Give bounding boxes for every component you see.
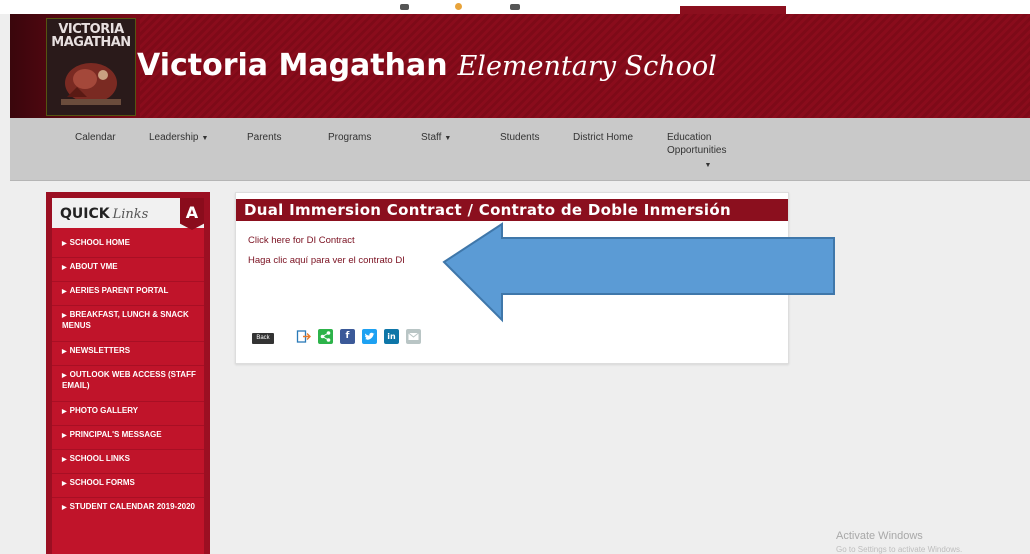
logo-text: VICTORIA MAGATHAN — [51, 22, 131, 50]
browser-top-strip — [0, 0, 1030, 14]
main-nav: Calendar Leadership ▼ Parents Programs St… — [10, 118, 1030, 181]
caret-right-icon: ▶ — [62, 505, 67, 511]
share-icon[interactable] — [318, 329, 333, 344]
sidebar-item-school-links[interactable]: ▶ SCHOOL LINKS — [52, 450, 204, 474]
sidebar-item-label: SCHOOL LINKS — [69, 454, 130, 463]
sidebar-item-label: AERIES PARENT PORTAL — [69, 286, 169, 295]
sidebar-item-label: PRINCIPAL'S MESSAGE — [69, 430, 162, 439]
twitter-icon[interactable] — [362, 329, 377, 344]
di-contract-link-en[interactable]: Click here for DI Contract — [248, 235, 355, 246]
chevron-down-icon: ▼ — [704, 162, 712, 169]
chevron-down-icon: ▼ — [444, 135, 452, 142]
toolbar-icon — [455, 3, 462, 10]
sidebar-item-label: STUDENT CALENDAR 2019-2020 — [69, 502, 195, 511]
caret-right-icon: ▶ — [62, 349, 67, 355]
nav-district-home-label: District Home — [573, 132, 634, 143]
mascot-icon — [61, 63, 121, 105]
linkedin-icon[interactable]: in — [384, 329, 399, 344]
sidebar-item-about-vme[interactable]: ▶ ABOUT VME — [52, 258, 204, 282]
toolbar-icon — [510, 4, 520, 10]
quick-links-sidebar: QUICK Links A ▶ SCHOOL HOME ▶ ABOUT VME ▶ AE… — [46, 192, 210, 554]
nav-parents-label: Parents — [247, 132, 282, 143]
nav-leadership-label: Leadership — [149, 132, 199, 143]
sidebar-item-label: BREAKFAST, LUNCH & SNACK MENUS — [62, 310, 189, 330]
sidebar-item-photo-gallery[interactable]: ▶ PHOTO GALLERY — [52, 402, 204, 426]
sidebar-item-newsletters[interactable]: ▶ NEWSLETTERS — [52, 342, 204, 366]
sidebar-item-principal[interactable]: ▶ PRINCIPAL'S MESSAGE — [52, 426, 204, 450]
caret-right-icon: ▶ — [62, 457, 67, 463]
sidebar-item-student-calendar[interactable]: ▶ STUDENT CALENDAR 2019-2020 — [52, 498, 204, 534]
facebook-icon[interactable]: f — [340, 329, 355, 344]
caret-right-icon: ▶ — [62, 289, 67, 295]
nav-staff[interactable]: Staff ▼ — [421, 131, 451, 145]
nav-programs[interactable]: Programs — [328, 131, 371, 144]
caret-right-icon: ▶ — [62, 265, 67, 271]
caret-right-icon: ▶ — [62, 373, 67, 379]
nav-students-label: Students — [500, 132, 540, 143]
sidebar-item-aeries-portal[interactable]: ▶ AERIES PARENT PORTAL — [52, 282, 204, 306]
sidebar-item-label: PHOTO GALLERY — [69, 406, 139, 415]
chevron-down-icon: ▼ — [201, 135, 209, 142]
sidebar-item-label: ABOUT VME — [69, 262, 118, 271]
nav-district-home[interactable]: District Home — [573, 131, 633, 144]
sidebar-item-menus[interactable]: ▶ BREAKFAST, LUNCH & SNACK MENUS — [52, 306, 204, 342]
school-logo[interactable]: VICTORIA MAGATHAN — [46, 18, 136, 116]
activate-windows-subtext: Go to Settings to activate Windows. — [836, 545, 963, 554]
di-contract-link-es[interactable]: Haga clic aquí para ver el contrato DI — [248, 255, 405, 266]
email-icon[interactable] — [406, 329, 421, 344]
nav-parents[interactable]: Parents — [247, 131, 281, 144]
nav-education-opportunities[interactable]: Education Opportunities ▼ — [667, 131, 747, 172]
sidebar-title-script: Links — [112, 207, 149, 222]
page-title: Dual Immersion Contract / Contrato de Do… — [236, 199, 788, 221]
left-arrow-annotation — [442, 222, 835, 323]
site-title-bold: Victoria Magathan — [137, 48, 448, 83]
caret-right-icon: ▶ — [62, 481, 67, 487]
caret-right-icon: ▶ — [62, 433, 67, 439]
back-button[interactable]: Back — [252, 333, 274, 344]
caret-right-icon: ▶ — [62, 241, 67, 247]
nav-calendar[interactable]: Calendar — [75, 131, 116, 144]
nav-calendar-label: Calendar — [75, 132, 116, 143]
site-banner: VICTORIA MAGATHAN Victoria Magathan Eleme… — [10, 14, 1030, 118]
sidebar-header: QUICK Links A — [52, 198, 204, 230]
sidebar-item-outlook[interactable]: ▶ OUTLOOK WEB ACCESS (STAFF EMAIL) — [52, 366, 204, 402]
caret-right-icon: ▶ — [62, 409, 67, 415]
nav-programs-label: Programs — [328, 132, 372, 143]
sidebar-item-label: NEWSLETTERS — [69, 346, 131, 355]
sidebar-badge: A — [180, 198, 204, 230]
site-title-script: Elementary School — [457, 51, 717, 82]
sidebar-title-bold: QUICK — [60, 206, 110, 222]
site-title[interactable]: Victoria Magathan Elementary School — [137, 48, 717, 83]
sidebar-item-school-forms[interactable]: ▶ SCHOOL FORMS — [52, 474, 204, 498]
sidebar-inner: QUICK Links A ▶ SCHOOL HOME ▶ ABOUT VME ▶ AE… — [52, 198, 204, 554]
sidebar-item-school-home[interactable]: ▶ SCHOOL HOME — [52, 234, 204, 258]
sidebar-item-label: SCHOOL FORMS — [69, 478, 135, 487]
nav-leadership[interactable]: Leadership ▼ — [149, 131, 208, 145]
nav-education-label: Education Opportunities — [667, 132, 727, 156]
sidebar-item-label: SCHOOL HOME — [69, 238, 130, 247]
sidebar-list: ▶ SCHOOL HOME ▶ ABOUT VME ▶ AERIES PARENT P… — [52, 234, 204, 534]
caret-right-icon: ▶ — [62, 313, 67, 319]
nav-students[interactable]: Students — [500, 131, 539, 144]
browser-red-tab — [680, 6, 786, 14]
activate-windows-watermark: Activate Windows — [836, 530, 923, 542]
sidebar-item-label: OUTLOOK WEB ACCESS (STAFF EMAIL) — [62, 370, 196, 390]
export-icon[interactable] — [296, 329, 311, 344]
sidebar-title: QUICK Links — [60, 206, 148, 222]
toolbar-icon — [400, 4, 409, 10]
nav-staff-label: Staff — [421, 132, 442, 143]
